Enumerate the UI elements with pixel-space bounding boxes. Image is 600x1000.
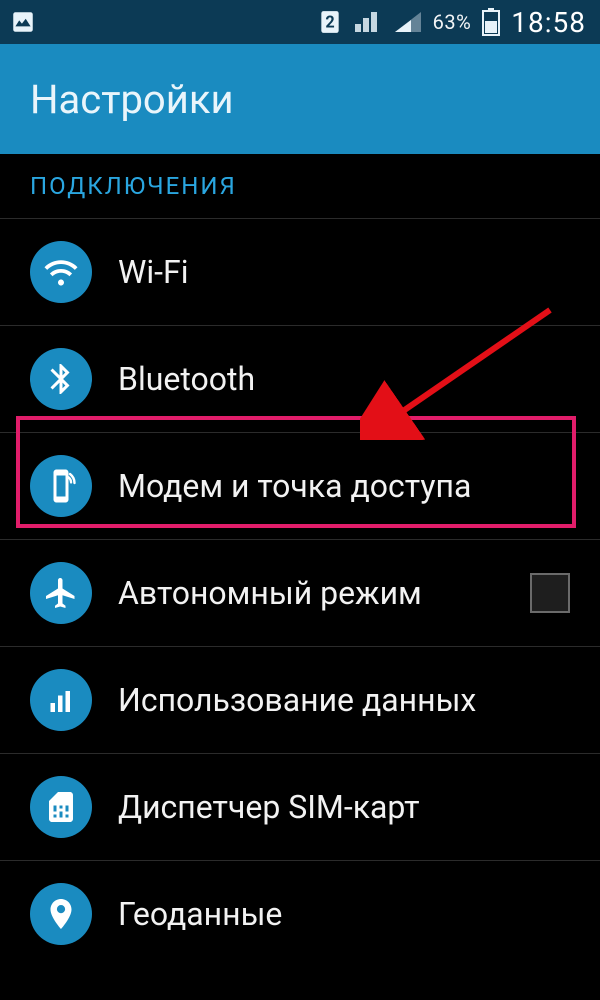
settings-item-sim[interactable]: Диспетчер SIM-карт bbox=[0, 754, 600, 861]
wifi-icon bbox=[30, 241, 92, 303]
settings-item-label: Автономный режим bbox=[118, 574, 504, 612]
settings-item-label: Wi-Fi bbox=[118, 253, 576, 291]
svg-text:2: 2 bbox=[325, 12, 334, 31]
settings-item-airplane[interactable]: Автономный режим bbox=[0, 540, 600, 647]
settings-list: Wi-Fi Bluetooth Модем и точка доступа Ав… bbox=[0, 219, 600, 951]
sim-card-icon bbox=[30, 776, 92, 838]
clock: 18:58 bbox=[511, 6, 586, 39]
data-usage-icon bbox=[30, 669, 92, 731]
settings-item-label: Модем и точка доступа bbox=[118, 467, 576, 505]
section-label: ПОДКЛЮЧЕНИЯ bbox=[30, 172, 600, 200]
section-header: ПОДКЛЮЧЕНИЯ bbox=[0, 154, 600, 219]
status-bar: 2 63% 18:58 bbox=[0, 0, 600, 44]
settings-item-datausage[interactable]: Использование данных bbox=[0, 647, 600, 754]
settings-item-location[interactable]: Геоданные bbox=[0, 861, 600, 951]
settings-item-wifi[interactable]: Wi-Fi bbox=[0, 219, 600, 326]
title-bar: Настройки bbox=[0, 44, 600, 154]
airplane-icon bbox=[30, 562, 92, 624]
image-indicator-icon bbox=[10, 9, 36, 35]
settings-item-tethering[interactable]: Модем и точка доступа bbox=[0, 433, 600, 540]
battery-percent: 63% bbox=[433, 10, 472, 34]
airplane-checkbox[interactable] bbox=[530, 573, 570, 613]
data-icon bbox=[393, 10, 423, 34]
bluetooth-icon bbox=[30, 348, 92, 410]
settings-item-label: Геоданные bbox=[118, 895, 576, 933]
hotspot-icon bbox=[30, 455, 92, 517]
settings-item-label: Bluetooth bbox=[118, 360, 576, 398]
settings-item-label: Использование данных bbox=[118, 681, 576, 719]
page-title: Настройки bbox=[30, 76, 234, 123]
signal-icon bbox=[353, 10, 383, 34]
battery-icon bbox=[481, 8, 501, 36]
location-icon bbox=[30, 883, 92, 945]
settings-item-label: Диспетчер SIM-карт bbox=[118, 788, 576, 826]
settings-item-bluetooth[interactable]: Bluetooth bbox=[0, 326, 600, 433]
sim-slot-icon: 2 bbox=[317, 9, 343, 35]
